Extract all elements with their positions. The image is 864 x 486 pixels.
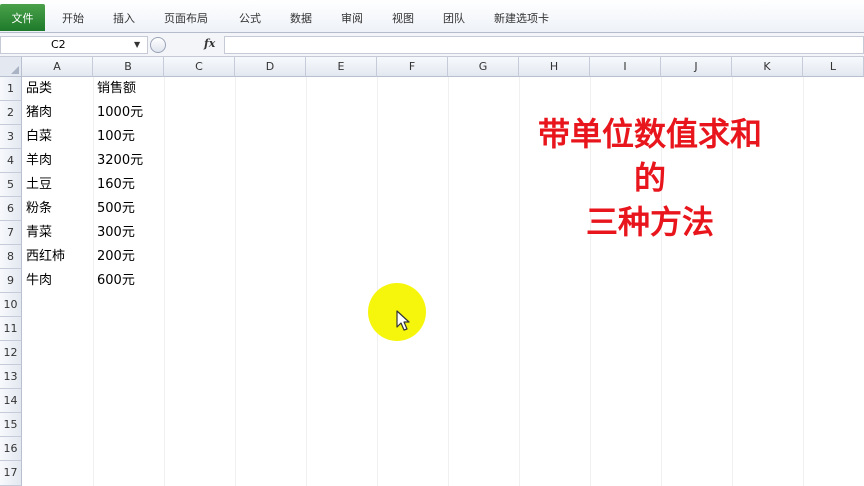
column-header-g[interactable]: G xyxy=(448,57,519,77)
cell-b5[interactable]: 160元 xyxy=(97,173,135,197)
tab-insert[interactable]: 插入 xyxy=(113,10,135,26)
cell-a7[interactable]: 青菜 xyxy=(26,221,52,245)
select-all-icon xyxy=(11,66,19,74)
row-header-16[interactable]: 16 xyxy=(0,437,22,461)
cell-a6[interactable]: 粉条 xyxy=(26,197,52,221)
row-header-5[interactable]: 5 xyxy=(0,173,22,197)
column-header-c[interactable]: C xyxy=(164,57,235,77)
row-header-10[interactable]: 10 xyxy=(0,293,22,317)
name-box[interactable]: C2 xyxy=(0,36,148,54)
cell-a9[interactable]: 牛肉 xyxy=(26,269,52,293)
column-header-i[interactable]: I xyxy=(590,57,661,77)
chevron-down-icon[interactable]: ▼ xyxy=(134,36,140,54)
row-header-6[interactable]: 6 xyxy=(0,197,22,221)
cell-b9[interactable]: 600元 xyxy=(97,269,135,293)
cell-a5[interactable]: 土豆 xyxy=(26,173,52,197)
row-header-12[interactable]: 12 xyxy=(0,341,22,365)
cell-a3[interactable]: 白菜 xyxy=(26,125,52,149)
row-header-11[interactable]: 11 xyxy=(0,317,22,341)
column-header-f[interactable]: F xyxy=(377,57,448,77)
cell-b3[interactable]: 100元 xyxy=(97,125,135,149)
column-header-b[interactable]: B xyxy=(93,57,164,77)
column-header-l[interactable]: L xyxy=(803,57,864,77)
column-divider xyxy=(377,77,378,486)
row-header-7[interactable]: 7 xyxy=(0,221,22,245)
row-header-3[interactable]: 3 xyxy=(0,125,22,149)
cell-a8[interactable]: 西红柿 xyxy=(26,245,65,269)
column-header-k[interactable]: K xyxy=(732,57,803,77)
select-all-corner[interactable] xyxy=(0,57,22,77)
tab-data[interactable]: 数据 xyxy=(290,10,312,26)
column-divider xyxy=(306,77,307,486)
cell-a4[interactable]: 羊肉 xyxy=(26,149,52,173)
column-divider xyxy=(93,77,94,486)
tab-page-layout[interactable]: 页面布局 xyxy=(164,10,208,26)
formula-input[interactable] xyxy=(224,36,864,54)
row-header-4[interactable]: 4 xyxy=(0,149,22,173)
row-header-13[interactable]: 13 xyxy=(0,365,22,389)
cell-a2[interactable]: 猪肉 xyxy=(26,101,52,125)
cell-b8[interactable]: 200元 xyxy=(97,245,135,269)
overlay-title-line: 带单位数值求和 xyxy=(537,115,762,153)
tab-new-tab[interactable]: 新建选项卡 xyxy=(494,10,549,26)
formula-bar: C2 ▼ fx xyxy=(0,33,864,57)
row-header-1[interactable]: 1 xyxy=(0,77,22,101)
insert-function-icon[interactable]: fx xyxy=(204,37,215,50)
column-header-j[interactable]: J xyxy=(661,57,732,77)
tab-view[interactable]: 视图 xyxy=(392,10,414,26)
row-header-14[interactable]: 14 xyxy=(0,389,22,413)
row-header-15[interactable]: 15 xyxy=(0,413,22,437)
overlay-title: 带单位数值求和 的 三种方法 xyxy=(496,112,804,244)
ribbon-tabs-bar: 文件 开始 插入 页面布局 公式 数据 审阅 视图 团队 新建选项卡 xyxy=(0,0,864,33)
cell-b1[interactable]: 销售额 xyxy=(97,77,136,101)
row-header-17[interactable]: 17 xyxy=(0,461,22,486)
expand-circle-icon[interactable] xyxy=(150,37,166,53)
tab-formulas[interactable]: 公式 xyxy=(239,10,261,26)
column-header-e[interactable]: E xyxy=(306,57,377,77)
column-divider xyxy=(164,77,165,486)
mouse-pointer-icon xyxy=(396,310,410,331)
tab-team[interactable]: 团队 xyxy=(443,10,465,26)
file-tab[interactable]: 文件 xyxy=(0,4,45,31)
column-header-h[interactable]: H xyxy=(519,57,590,77)
column-divider xyxy=(448,77,449,486)
cell-b4[interactable]: 3200元 xyxy=(97,149,143,173)
column-header-a[interactable]: A xyxy=(22,57,93,77)
overlay-title-line: 三种方法 xyxy=(585,203,714,241)
tab-review[interactable]: 审阅 xyxy=(341,10,363,26)
row-header-2[interactable]: 2 xyxy=(0,101,22,125)
cell-b2[interactable]: 1000元 xyxy=(97,101,143,125)
column-header-d[interactable]: D xyxy=(235,57,306,77)
cell-b6[interactable]: 500元 xyxy=(97,197,135,221)
tab-home[interactable]: 开始 xyxy=(62,10,84,26)
column-divider xyxy=(235,77,236,486)
cell-b7[interactable]: 300元 xyxy=(97,221,135,245)
row-header-9[interactable]: 9 xyxy=(0,269,22,293)
overlay-title-line: 的 xyxy=(633,159,666,197)
row-header-8[interactable]: 8 xyxy=(0,245,22,269)
cell-a1[interactable]: 品类 xyxy=(26,77,52,101)
formula-buttons: fx xyxy=(148,36,224,54)
